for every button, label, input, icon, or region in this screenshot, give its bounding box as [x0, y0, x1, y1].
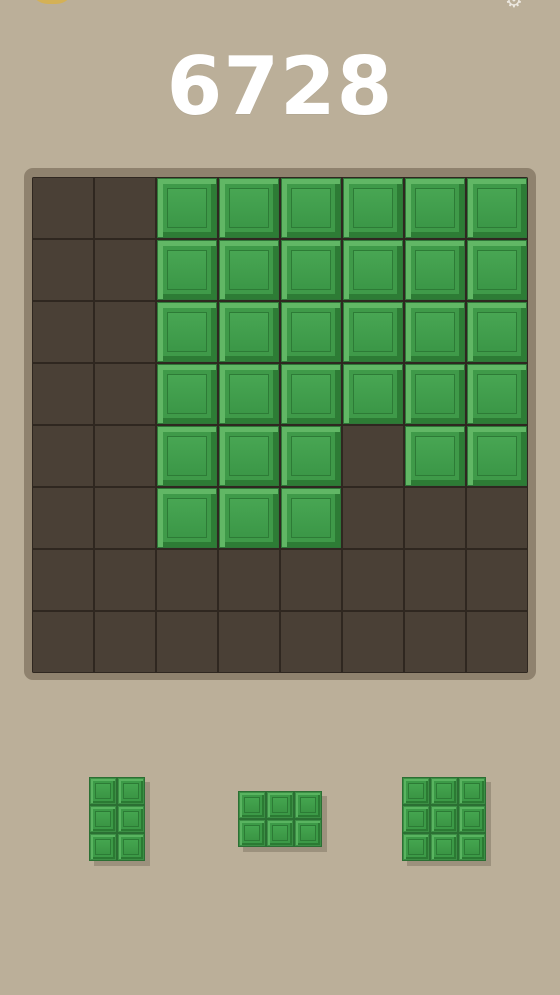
board-cell-empty[interactable]: [404, 549, 466, 611]
piece-block: [238, 791, 266, 819]
board-cell-filled[interactable]: [156, 425, 218, 487]
board-cell-empty[interactable]: [32, 301, 94, 363]
board-cell-filled[interactable]: [156, 487, 218, 549]
board-cell-empty[interactable]: [94, 301, 156, 363]
piece-block: [266, 791, 294, 819]
piece-block: [89, 777, 117, 805]
piece-3x2-horizontal[interactable]: [238, 791, 322, 847]
board-cell-empty[interactable]: [466, 549, 528, 611]
board-cell-empty[interactable]: [404, 487, 466, 549]
piece-block: [294, 819, 322, 847]
piece-2x3-vertical[interactable]: [89, 777, 145, 861]
board-cell-empty[interactable]: [32, 239, 94, 301]
piece-block: [402, 777, 430, 805]
board-cell-filled[interactable]: [342, 239, 404, 301]
board-cell-empty[interactable]: [94, 549, 156, 611]
board-cell-empty[interactable]: [156, 549, 218, 611]
game-screen: ⚙ 6728: [0, 0, 560, 995]
piece-block: [117, 833, 145, 861]
board-cell-filled[interactable]: [404, 239, 466, 301]
board-cell-empty[interactable]: [94, 177, 156, 239]
game-board-frame: [24, 168, 536, 680]
settings-gear-icon[interactable]: ⚙: [504, 0, 524, 10]
board-cell-empty[interactable]: [156, 611, 218, 673]
board-cell-empty[interactable]: [218, 611, 280, 673]
piece-block: [430, 777, 458, 805]
board-cell-filled[interactable]: [156, 363, 218, 425]
board-cell-empty[interactable]: [342, 611, 404, 673]
board-cell-filled[interactable]: [342, 301, 404, 363]
board-cell-filled[interactable]: [466, 177, 528, 239]
board-cell-empty[interactable]: [342, 549, 404, 611]
board-cell-filled[interactable]: [218, 301, 280, 363]
board-cell-filled[interactable]: [280, 425, 342, 487]
piece-block: [458, 833, 486, 861]
board-cell-filled[interactable]: [342, 363, 404, 425]
board-cell-filled[interactable]: [280, 487, 342, 549]
board-cell-empty[interactable]: [280, 611, 342, 673]
board-cell-empty[interactable]: [342, 425, 404, 487]
board-cell-filled[interactable]: [280, 177, 342, 239]
board-cell-filled[interactable]: [280, 363, 342, 425]
board-cell-filled[interactable]: [280, 301, 342, 363]
board-cell-empty[interactable]: [218, 549, 280, 611]
board-cell-filled[interactable]: [156, 177, 218, 239]
board-cell-empty[interactable]: [32, 363, 94, 425]
board-cell-filled[interactable]: [218, 239, 280, 301]
piece-block: [430, 833, 458, 861]
board-cell-filled[interactable]: [342, 177, 404, 239]
board-cell-empty[interactable]: [94, 239, 156, 301]
board-cell-empty[interactable]: [32, 487, 94, 549]
piece-block: [238, 819, 266, 847]
board-cell-empty[interactable]: [94, 363, 156, 425]
piece-block: [89, 805, 117, 833]
board-cell-filled[interactable]: [404, 363, 466, 425]
board-cell-filled[interactable]: [404, 301, 466, 363]
board-cell-filled[interactable]: [404, 425, 466, 487]
board-cell-filled[interactable]: [218, 487, 280, 549]
piece-block: [89, 833, 117, 861]
piece-block: [458, 777, 486, 805]
board-cell-filled[interactable]: [466, 239, 528, 301]
piece-block: [294, 791, 322, 819]
game-board-grid[interactable]: [32, 177, 528, 673]
coin-icon[interactable]: [30, 0, 74, 4]
piece-block: [430, 805, 458, 833]
piece-block: [402, 833, 430, 861]
piece-block: [402, 805, 430, 833]
board-cell-empty[interactable]: [32, 425, 94, 487]
board-cell-filled[interactable]: [466, 425, 528, 487]
board-cell-empty[interactable]: [94, 487, 156, 549]
board-cell-filled[interactable]: [218, 363, 280, 425]
score-display: 6728: [166, 40, 394, 133]
piece-block: [458, 805, 486, 833]
board-cell-empty[interactable]: [32, 611, 94, 673]
board-cell-empty[interactable]: [94, 425, 156, 487]
board-cell-empty[interactable]: [32, 549, 94, 611]
board-cell-empty[interactable]: [404, 611, 466, 673]
board-cell-filled[interactable]: [156, 301, 218, 363]
board-cell-filled[interactable]: [466, 301, 528, 363]
board-cell-filled[interactable]: [404, 177, 466, 239]
board-cell-empty[interactable]: [466, 487, 528, 549]
board-cell-filled[interactable]: [466, 363, 528, 425]
piece-block: [266, 819, 294, 847]
board-cell-filled[interactable]: [280, 239, 342, 301]
board-cell-filled[interactable]: [218, 177, 280, 239]
board-cell-filled[interactable]: [156, 239, 218, 301]
piece-block: [117, 805, 145, 833]
board-cell-empty[interactable]: [466, 611, 528, 673]
board-cell-filled[interactable]: [218, 425, 280, 487]
piece-block: [117, 777, 145, 805]
piece-3x3-square[interactable]: [402, 777, 486, 861]
board-cell-empty[interactable]: [280, 549, 342, 611]
board-cell-empty[interactable]: [32, 177, 94, 239]
board-cell-empty[interactable]: [94, 611, 156, 673]
board-cell-empty[interactable]: [342, 487, 404, 549]
